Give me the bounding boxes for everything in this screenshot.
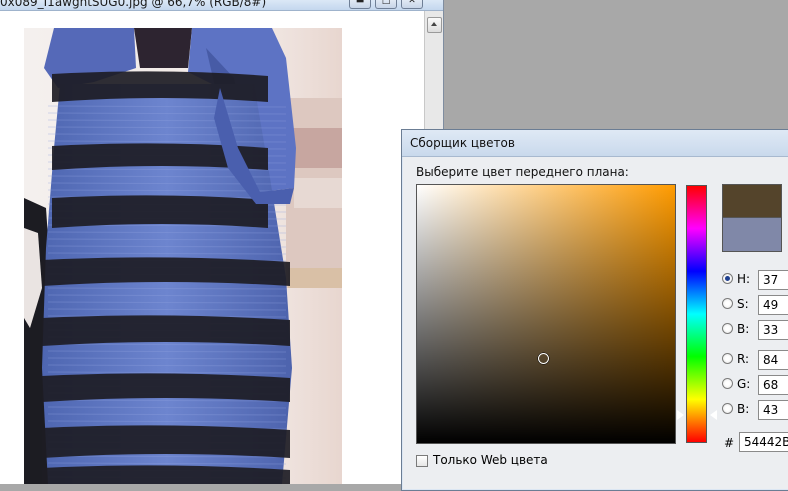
blue-radio[interactable] bbox=[722, 403, 733, 414]
brightness-input[interactable] bbox=[758, 320, 788, 340]
green-radio[interactable] bbox=[722, 378, 733, 389]
new-color-swatch bbox=[722, 184, 782, 218]
hex-input[interactable] bbox=[739, 432, 788, 452]
blue-input[interactable] bbox=[758, 400, 788, 420]
hue-slider[interactable] bbox=[686, 185, 707, 443]
hue-input[interactable] bbox=[758, 270, 788, 290]
hue-slider-left-arrow-icon[interactable] bbox=[677, 410, 684, 421]
brightness-radio[interactable] bbox=[722, 323, 733, 334]
color-picker-titlebar[interactable]: Сборщик цветов bbox=[402, 130, 788, 157]
document-window: 0x089_I1awghtSUG0.jpg @ 66,7% (RGB/8#) ▬… bbox=[0, 0, 444, 484]
hex-label: # bbox=[724, 436, 735, 450]
lace-band bbox=[42, 373, 290, 402]
red-input[interactable] bbox=[758, 350, 788, 370]
brightness-label: B: bbox=[737, 322, 750, 336]
close-button[interactable]: ✕ bbox=[401, 0, 423, 9]
web-colors-only-label: Только Web цвета bbox=[433, 453, 548, 467]
color-picker-dialog: Сборщик цветов Выберите цвет переднего п… bbox=[401, 129, 788, 491]
green-input[interactable] bbox=[758, 375, 788, 395]
lace-band bbox=[52, 71, 268, 102]
close-icon: ✕ bbox=[408, 0, 416, 6]
saturation-input[interactable] bbox=[758, 295, 788, 315]
scroll-up-button[interactable] bbox=[427, 17, 442, 33]
lace-band bbox=[42, 315, 290, 346]
lace-band bbox=[42, 425, 290, 458]
web-colors-only-checkbox[interactable] bbox=[416, 455, 428, 467]
minimize-icon: ▬ bbox=[355, 0, 365, 6]
saturation-radio[interactable] bbox=[722, 298, 733, 309]
color-field-marker[interactable] bbox=[538, 352, 550, 364]
blue-label: B: bbox=[737, 402, 750, 416]
maximize-icon: □ bbox=[381, 0, 391, 6]
red-label: R: bbox=[737, 352, 750, 366]
hue-slider-right-arrow-icon[interactable] bbox=[710, 410, 717, 421]
document-titlebar[interactable]: 0x089_I1awghtSUG0.jpg @ 66,7% (RGB/8#) ▬… bbox=[0, 0, 443, 11]
green-label: G: bbox=[737, 377, 751, 391]
saturation-label: S: bbox=[737, 297, 749, 311]
color-picker-title: Сборщик цветов bbox=[410, 136, 515, 150]
maximize-button[interactable]: □ bbox=[375, 0, 397, 9]
dress-photo bbox=[24, 28, 342, 484]
current-color-swatch[interactable] bbox=[722, 218, 782, 252]
red-radio[interactable] bbox=[722, 353, 733, 364]
lace-band bbox=[42, 465, 290, 484]
foreground-prompt-label: Выберите цвет переднего плана: bbox=[416, 165, 629, 179]
minimize-button[interactable]: ▬ bbox=[349, 0, 371, 9]
lace-band bbox=[42, 257, 290, 286]
hue-label: H: bbox=[737, 272, 751, 286]
hue-radio[interactable] bbox=[722, 273, 733, 284]
dress-image bbox=[24, 28, 342, 484]
color-field[interactable] bbox=[416, 184, 676, 444]
lace-band bbox=[52, 195, 268, 228]
document-title: 0x089_I1awghtSUG0.jpg @ 66,7% (RGB/8#) bbox=[0, 0, 267, 9]
